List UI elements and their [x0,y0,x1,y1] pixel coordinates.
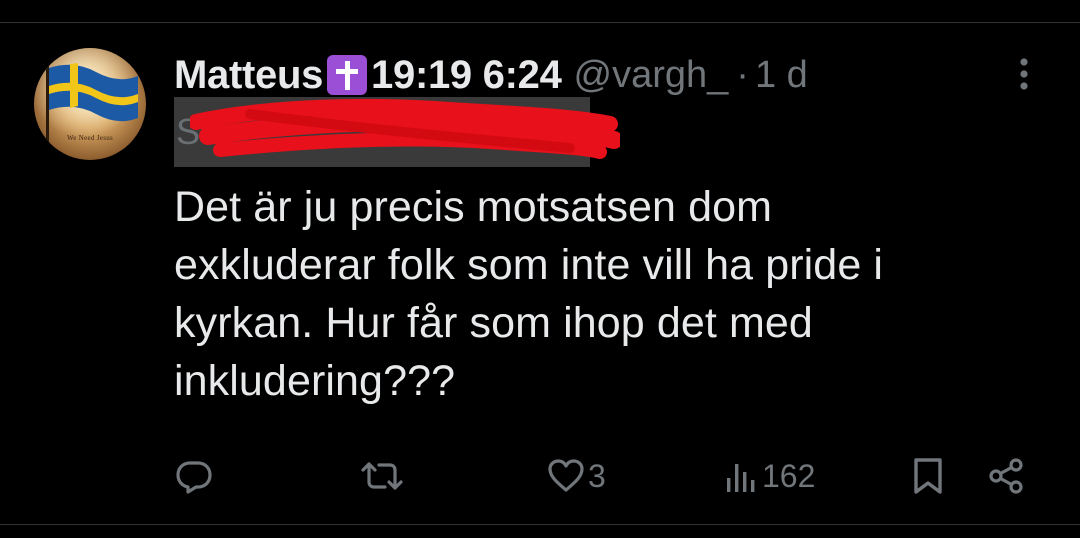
top-divider [0,22,1080,23]
display-name-suffix[interactable]: 19:19 6:24 [371,53,562,98]
bookmark-icon [914,458,942,494]
more-options-icon[interactable] [1012,54,1036,94]
bottom-divider [0,524,1080,525]
tweet-actions-bar: 3 162 [0,448,1080,504]
swedish-flag-avatar-image [34,48,146,160]
views-button[interactable]: 162 [724,456,815,496]
reply-icon [176,461,212,494]
separator-dot: · [736,53,749,96]
views-count: 162 [762,457,816,494]
avatar-caption: We Need Jesus [66,134,114,142]
tweet-header: Matteus 19:19 6:24 @vargh_ · 1 d [174,50,808,100]
user-handle[interactable]: @vargh_ [574,54,729,97]
heart-icon [548,459,584,492]
like-button[interactable]: 3 [546,456,606,496]
latin-cross-icon [327,55,368,95]
reply-button[interactable] [174,456,214,496]
retweet-button[interactable] [360,456,404,496]
tweet-age[interactable]: 1 d [755,54,808,97]
share-button[interactable] [986,456,1026,496]
share-icon [989,458,1023,494]
red-redaction-scribble [190,98,620,159]
like-count: 3 [588,457,606,494]
display-name[interactable]: Matteus [174,53,323,98]
bookmark-button[interactable] [910,456,946,496]
tweet-text: Det är ju precis motsatsen dom exkludera… [174,183,884,405]
retweet-icon [361,462,403,490]
avatar[interactable]: We Need Jesus [34,48,146,160]
views-bar-icon [727,464,755,492]
tweet-screen: We Need Jesus Matteus 19:19 6:24 @vargh_… [0,0,1080,538]
